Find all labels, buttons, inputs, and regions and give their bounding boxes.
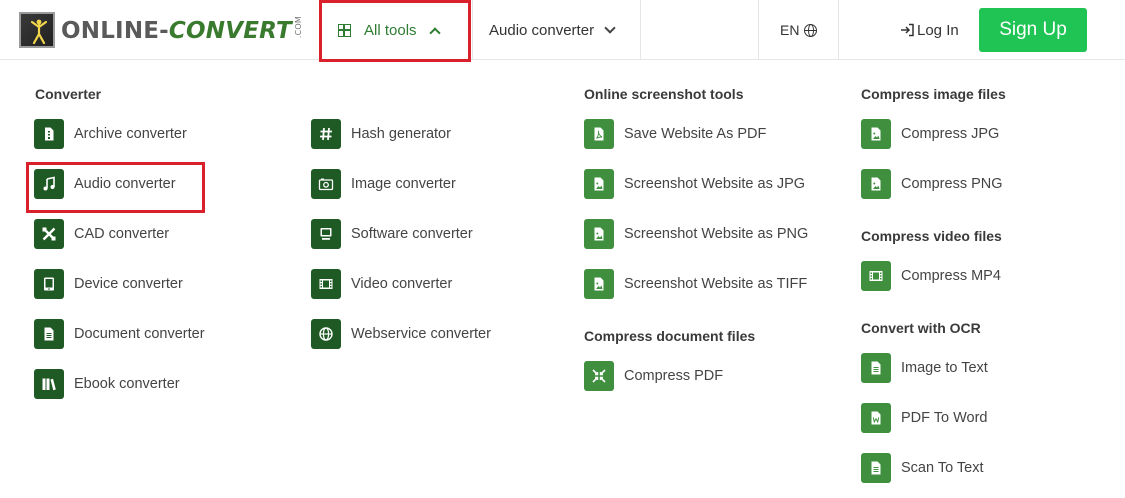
menu-item-software-converter[interactable]: Software converter <box>311 219 473 249</box>
compress-image-section-title: Compress image files <box>861 86 1006 102</box>
books-icon <box>34 369 64 399</box>
hash-icon <box>311 119 341 149</box>
site-logo[interactable]: ONLINE- CONVERT .COM <box>19 11 303 49</box>
pdf-file-icon <box>584 119 614 149</box>
menu-item-label: CAD converter <box>74 226 170 242</box>
menu-item-label: Video converter <box>351 276 453 292</box>
menu-item-label: Scan To Text <box>901 460 984 476</box>
camera-icon <box>311 169 341 199</box>
archive-file-icon <box>34 119 64 149</box>
menu-item-webservice-converter[interactable]: Webservice converter <box>311 319 491 349</box>
menu-item-label: Compress MP4 <box>901 268 1001 284</box>
screenshot-tools-section-title: Online screenshot tools <box>584 86 744 102</box>
menu-item-screenshot-website-as-tiff[interactable]: Screenshot Website as TIFF <box>584 269 807 299</box>
menu-item-archive-converter[interactable]: Archive converter <box>34 119 187 149</box>
menu-item-label: Device converter <box>74 276 183 292</box>
login-link[interactable]: Log In <box>900 0 959 60</box>
menu-item-label: Ebook converter <box>74 376 180 392</box>
menu-item-label: Screenshot Website as TIFF <box>624 276 808 292</box>
menu-item-image-converter[interactable]: Image converter <box>311 169 456 199</box>
image-file-icon <box>584 219 614 249</box>
menu-item-cad-converter[interactable]: CAD converter <box>34 219 169 249</box>
menu-item-label: Hash generator <box>351 126 451 142</box>
logo-text-part1: ONLINE- <box>61 18 169 45</box>
menu-item-label: Software converter <box>351 226 473 242</box>
menu-item-screenshot-website-as-png[interactable]: Screenshot Website as PNG <box>584 219 808 249</box>
text-file-icon <box>861 453 891 483</box>
menu-item-label: Compress PNG <box>901 176 1003 192</box>
login-label: Log In <box>917 21 959 39</box>
chevron-down-icon <box>604 21 616 34</box>
word-file-icon <box>861 403 891 433</box>
logo-wordmark: ONLINE- CONVERT .COM <box>61 16 303 44</box>
globe-icon <box>804 23 818 37</box>
menu-item-device-converter[interactable]: Device converter <box>34 269 183 299</box>
menu-item-document-converter[interactable]: Document converter <box>34 319 205 349</box>
nav-divider <box>838 0 839 59</box>
nav-divider <box>640 0 641 59</box>
document-icon <box>34 319 64 349</box>
logo-figure-icon <box>19 12 55 48</box>
image-file-icon <box>861 119 891 149</box>
menu-item-label: Compress PDF <box>624 368 724 384</box>
login-arrow-icon <box>901 23 914 37</box>
top-navbar: ONLINE- CONVERT .COM All tools Audio conve… <box>0 0 1125 62</box>
signup-button[interactable]: Sign Up <box>979 8 1087 52</box>
menu-item-hash-generator[interactable]: Hash generator <box>311 119 451 149</box>
image-file-icon <box>861 169 891 199</box>
menu-item-ebook-converter[interactable]: Ebook converter <box>34 369 180 399</box>
menu-item-label: Save Website As PDF <box>624 126 767 142</box>
globe-icon <box>311 319 341 349</box>
menu-item-label: Image to Text <box>901 360 988 376</box>
menu-item-compress-mp4[interactable]: Compress MP4 <box>861 261 1001 291</box>
menu-item-pdf-to-word[interactable]: PDF To Word <box>861 403 988 433</box>
film-icon <box>311 269 341 299</box>
highlight-box-all-tools <box>319 0 471 62</box>
nav-divider <box>758 0 759 59</box>
menu-item-screenshot-website-as-jpg[interactable]: Screenshot Website as JPG <box>584 169 805 199</box>
converter-section-title: Converter <box>35 86 102 102</box>
menu-item-scan-to-text[interactable]: Scan To Text <box>861 453 984 483</box>
text-file-icon <box>861 353 891 383</box>
menu-item-label: PDF To Word <box>901 410 988 426</box>
audio-converter-nav-label: Audio converter <box>489 21 595 39</box>
image-file-icon <box>584 169 614 199</box>
ocr-section-title: Convert with OCR <box>861 320 981 336</box>
logo-text-suffix: .COM <box>293 15 303 39</box>
menu-item-label: Document converter <box>74 326 205 342</box>
image-file-icon <box>584 269 614 299</box>
compress-arrows-icon <box>584 361 614 391</box>
language-label: EN <box>780 22 800 38</box>
menu-item-label: Webservice converter <box>351 326 491 342</box>
menu-item-label: Screenshot Website as PNG <box>624 226 809 242</box>
menu-item-compress-pdf[interactable]: Compress PDF <box>584 361 723 391</box>
logo-text-part2: CONVERT <box>168 18 292 45</box>
highlight-box-audio-converter <box>26 162 205 213</box>
cad-tools-icon <box>34 219 64 249</box>
monitor-icon <box>311 219 341 249</box>
compress-video-section-title: Compress video files <box>861 228 1002 244</box>
film-icon <box>861 261 891 291</box>
menu-item-label: Compress JPG <box>901 126 1000 142</box>
audio-converter-dropdown[interactable]: Audio converter <box>489 0 616 60</box>
menu-item-label: Image converter <box>351 176 456 192</box>
menu-item-video-converter[interactable]: Video converter <box>311 269 452 299</box>
menu-item-label: Screenshot Website as JPG <box>624 176 806 192</box>
menu-item-image-to-text[interactable]: Image to Text <box>861 353 988 383</box>
tablet-device-icon <box>34 269 64 299</box>
menu-item-compress-png[interactable]: Compress PNG <box>861 169 1003 199</box>
language-selector[interactable]: EN <box>780 0 818 60</box>
compress-document-section-title: Compress document files <box>584 328 756 344</box>
menu-item-label: Archive converter <box>74 126 187 142</box>
menu-item-compress-jpg[interactable]: Compress JPG <box>861 119 999 149</box>
nav-divider <box>472 0 473 59</box>
menu-item-save-website-as-pdf[interactable]: Save Website As PDF <box>584 119 766 149</box>
